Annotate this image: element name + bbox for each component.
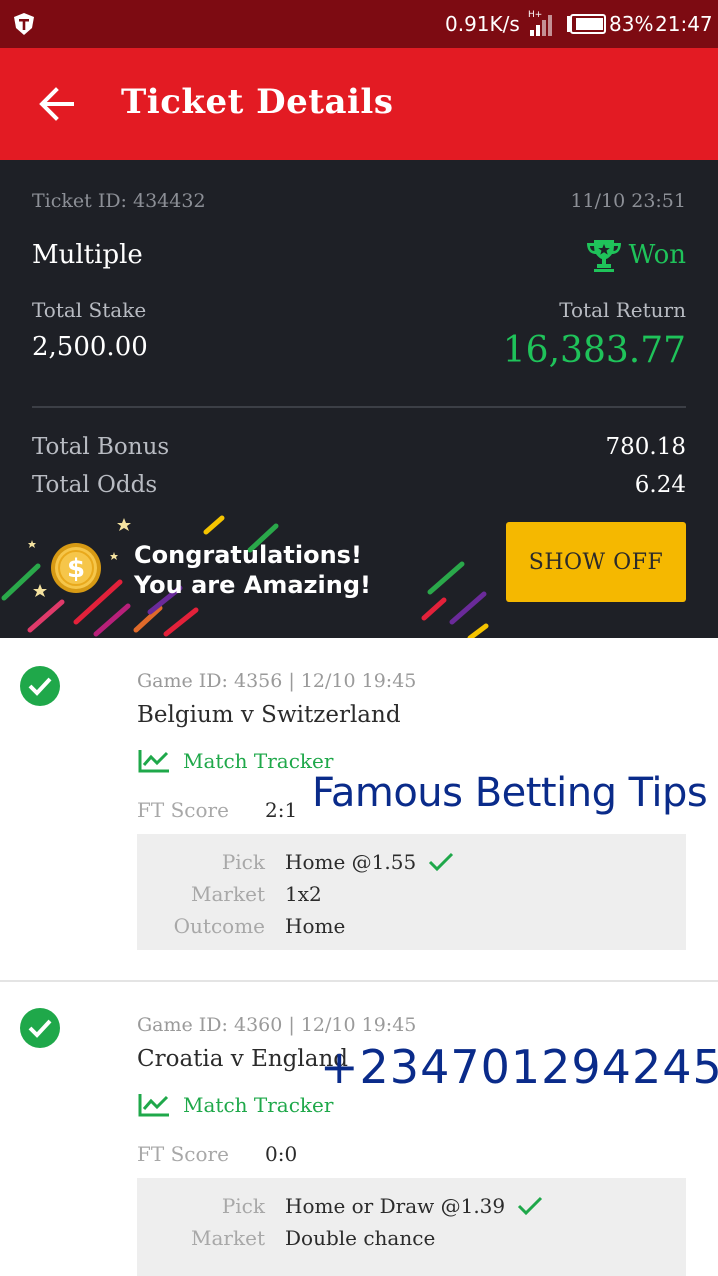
clock: 21:47 xyxy=(655,12,713,36)
status-badge: Won xyxy=(585,238,686,272)
battery-icon xyxy=(567,14,606,34)
show-off-button[interactable]: SHOW OFF xyxy=(506,522,686,602)
pick-details: Pick Home or Draw @1.39 Market Double ch… xyxy=(137,1178,686,1276)
checkmark-icon xyxy=(518,1196,543,1216)
match-teams: Belgium v Switzerland xyxy=(137,702,401,728)
ticket-date: 11/10 23:51 xyxy=(570,190,686,212)
check-circle-icon xyxy=(20,666,60,706)
total-return-value: 16,383.77 xyxy=(502,330,686,371)
congrats-line-2: You are Amazing! xyxy=(134,571,371,599)
app-bar: Ticket Details xyxy=(0,48,718,160)
ft-score-value: 0:0 xyxy=(265,1142,298,1166)
ticket-summary: Ticket ID: 434432 11/10 23:51 Multiple W… xyxy=(0,160,718,638)
total-odds-label: Total Odds xyxy=(32,472,158,498)
game-id: Game ID: 4360 | 12/10 19:45 xyxy=(137,1014,417,1036)
game-card: Game ID: 4360 | 12/10 19:45 Croatia v En… xyxy=(0,982,718,1276)
pick-label: Pick xyxy=(221,850,265,874)
status-label: Won xyxy=(628,240,686,270)
total-bonus-value: 780.18 xyxy=(605,434,686,460)
pick-value: Home @1.55 xyxy=(285,850,454,874)
pick-value: Home or Draw @1.39 xyxy=(285,1194,543,1218)
congrats-text: Congratulations! You are Amazing! xyxy=(134,540,371,600)
battery-percent: 83% xyxy=(609,12,654,36)
total-odds-value: 6.24 xyxy=(634,472,686,498)
check-circle-icon xyxy=(20,1008,60,1048)
coin-icon: $ xyxy=(51,543,101,593)
match-tracker-label: Match Tracker xyxy=(183,1093,334,1117)
pick-label: Pick xyxy=(221,1194,265,1218)
outcome-label: Outcome xyxy=(173,914,265,938)
ticket-type: Multiple xyxy=(32,240,143,270)
watermark-name: Famous Betting Tips xyxy=(312,770,708,816)
line-chart-icon xyxy=(138,750,169,773)
total-return-label: Total Return xyxy=(559,298,686,322)
shield-icon xyxy=(14,13,34,35)
page-title: Ticket Details xyxy=(121,82,394,122)
ft-score-value: 2:1 xyxy=(265,798,298,822)
arrow-left-icon[interactable] xyxy=(36,84,76,124)
congrats-line-1: Congratulations! xyxy=(134,541,362,569)
congrats-banner: $ Congratulations! You are Amazing! SHOW… xyxy=(0,510,718,638)
match-tracker-link[interactable]: Match Tracker xyxy=(137,1092,333,1118)
status-bar: 0.91K/s H+ 83% 21:47 xyxy=(0,0,718,48)
pick-text: Home or Draw @1.39 xyxy=(285,1194,506,1218)
trophy-icon xyxy=(586,240,621,272)
pick-details: Pick Home @1.55 Market 1x2 Outcome Home xyxy=(137,834,686,950)
network-speed: 0.91K/s xyxy=(445,12,520,36)
market-value: 1x2 xyxy=(285,882,322,906)
outcome-value: Home xyxy=(285,914,346,938)
signal-type-label: H+ xyxy=(528,10,542,20)
divider xyxy=(32,406,686,408)
total-stake-value: 2,500.00 xyxy=(32,332,148,362)
ticket-id: Ticket ID: 434432 xyxy=(32,190,206,212)
ft-score-label: FT Score xyxy=(137,798,229,822)
line-chart-icon xyxy=(138,1094,169,1117)
match-tracker-link[interactable]: Match Tracker xyxy=(137,748,333,774)
signal-icon: H+ xyxy=(528,10,552,36)
market-value: Double chance xyxy=(285,1226,436,1250)
pick-text: Home @1.55 xyxy=(285,850,417,874)
game-id: Game ID: 4356 | 12/10 19:45 xyxy=(137,670,417,692)
match-teams: Croatia v England xyxy=(137,1046,349,1072)
match-tracker-label: Match Tracker xyxy=(183,749,334,773)
market-label: Market xyxy=(191,882,265,906)
watermark-phone: +2347012942451 xyxy=(320,1040,718,1094)
market-label: Market xyxy=(191,1226,265,1250)
total-bonus-label: Total Bonus xyxy=(32,434,170,460)
coin-symbol: $ xyxy=(67,554,85,584)
total-stake-label: Total Stake xyxy=(32,298,147,322)
ft-score-label: FT Score xyxy=(137,1142,229,1166)
checkmark-icon xyxy=(429,852,454,872)
